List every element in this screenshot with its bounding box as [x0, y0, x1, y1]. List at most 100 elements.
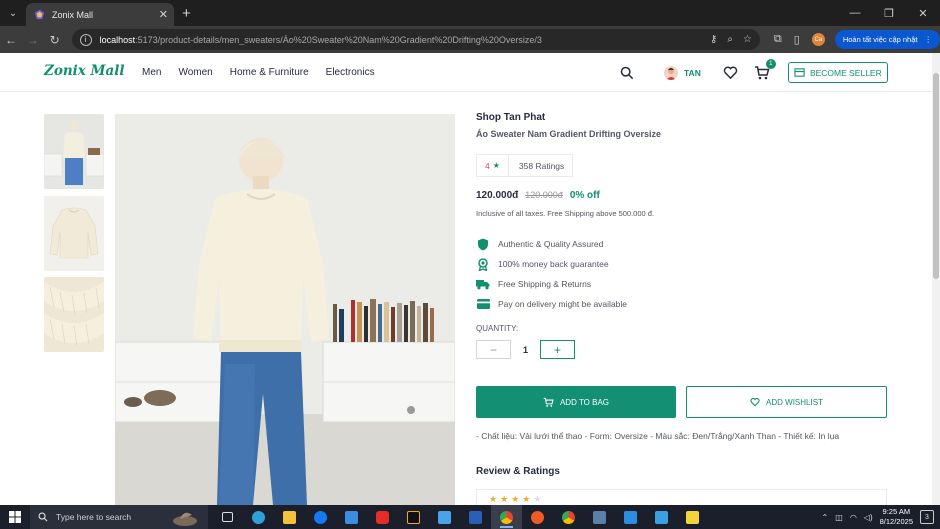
- sidebar-icon[interactable]: ▯: [794, 33, 800, 46]
- review-star-icon: ★: [511, 494, 520, 504]
- page-scrollbar[interactable]: [932, 53, 940, 505]
- restore-icon[interactable]: ❐: [872, 7, 906, 20]
- zoom-icon[interactable]: ⌕: [727, 34, 733, 45]
- selling-price: 120.000đ: [476, 190, 519, 201]
- windows-start-icon[interactable]: [0, 505, 30, 529]
- cart-plus-icon: [543, 397, 554, 407]
- taskbar-search-box[interactable]: Type here to search: [30, 505, 208, 529]
- product-description: - Chất liệu: Vải lưới thể thao - Form: O…: [476, 431, 840, 441]
- nav-electronics[interactable]: Electronics: [326, 67, 375, 78]
- heart-outline-icon: [750, 397, 760, 407]
- card-icon: [476, 297, 490, 311]
- product-title: Áo Sweater Nam Gradient Drifting Oversiz…: [476, 129, 662, 139]
- reload-icon[interactable]: ↻: [44, 33, 66, 47]
- site-logo[interactable]: Zonix Mall: [44, 63, 125, 79]
- close-window-icon[interactable]: ✕: [906, 7, 940, 20]
- feature-item: 100% money back guarantee: [476, 254, 627, 274]
- review-star-icon: ★: [522, 494, 531, 504]
- price-row: 120.000đ 120.000đ 0% off: [476, 190, 600, 201]
- address-bar[interactable]: i localhost:5173/product-details/men_swe…: [71, 29, 760, 50]
- wishlist-heart-icon[interactable]: [723, 65, 738, 80]
- store-icon[interactable]: [336, 505, 367, 529]
- windows-taskbar: Type here to search ⌃ ◫ ◠ ◁) 9:25 AM 8/1…: [0, 505, 940, 529]
- add-to-bag-button[interactable]: ADD TO BAG: [476, 386, 676, 418]
- increase-quantity-button[interactable]: +: [540, 340, 575, 359]
- file-explorer-icon[interactable]: [274, 505, 305, 529]
- url-text: localhost:5173/product-details/men_sweat…: [99, 34, 542, 45]
- chrome-profile-icon[interactable]: [553, 505, 584, 529]
- new-tab-button[interactable]: +: [182, 5, 191, 22]
- search-icon[interactable]: [620, 66, 634, 80]
- taskbar-clock[interactable]: 9:25 AM 8/12/2025: [880, 507, 913, 527]
- tray-chevron-icon[interactable]: ⌃: [822, 513, 829, 522]
- star-icon: ★: [492, 161, 500, 170]
- shop-name[interactable]: Shop Tan Phat: [476, 112, 887, 123]
- user-menu[interactable]: TAN: [664, 65, 701, 80]
- vscode-icon[interactable]: [615, 505, 646, 529]
- feature-item: Pay on delivery might be available: [476, 294, 627, 314]
- postman-icon[interactable]: [522, 505, 553, 529]
- chrome-icon[interactable]: [491, 505, 522, 529]
- gallery-thumbnail-detail[interactable]: [44, 277, 104, 352]
- word-icon[interactable]: [460, 505, 491, 529]
- browser-tab[interactable]: Zonix Mall ✕: [26, 3, 174, 26]
- review-star-icon: ★: [489, 494, 498, 504]
- quantity-value: 1: [522, 344, 528, 355]
- shield-icon: [476, 237, 490, 251]
- become-seller-button[interactable]: BECOME SELLER: [787, 62, 888, 83]
- intellij-icon[interactable]: [398, 505, 429, 529]
- main-product-image[interactable]: [115, 114, 455, 505]
- facebook-icon[interactable]: [305, 505, 336, 529]
- site-info-icon[interactable]: i: [79, 33, 92, 46]
- wifi-icon[interactable]: ◠: [850, 513, 857, 522]
- rating-value: 4: [485, 160, 490, 171]
- password-key-icon[interactable]: ⚷: [710, 34, 717, 45]
- sticky-notes-icon[interactable]: [677, 505, 708, 529]
- forward-icon[interactable]: →: [22, 33, 44, 47]
- taskbar-search-icon: [38, 512, 48, 522]
- user-avatar-icon: [664, 65, 678, 80]
- ratings-count: 358 Ratings: [518, 160, 565, 171]
- bookmark-star-icon[interactable]: ☆: [743, 34, 752, 45]
- edge-icon[interactable]: [243, 505, 274, 529]
- quantity-stepper: − 1 +: [476, 340, 575, 359]
- network-icon[interactable]: ◫: [835, 513, 843, 522]
- minus-icon: −: [489, 342, 497, 357]
- nav-women[interactable]: Women: [178, 67, 212, 78]
- task-view-icon[interactable]: [212, 505, 243, 529]
- gallery-thumbnail-sweater[interactable]: [44, 196, 104, 271]
- add-wishlist-button[interactable]: ADD WISHLIST: [686, 386, 887, 418]
- volume-icon[interactable]: ◁): [864, 513, 873, 522]
- back-icon[interactable]: ←: [0, 33, 22, 47]
- extensions-icon[interactable]: ⧉: [774, 33, 782, 46]
- profile-avatar[interactable]: Ca: [811, 33, 825, 46]
- snipping-tool-icon[interactable]: [584, 505, 615, 529]
- search-highlight-icon: [173, 512, 197, 526]
- discount-label: 0% off: [569, 190, 600, 201]
- gallery-thumbnail-model[interactable]: [44, 114, 104, 189]
- minimize-icon[interactable]: —: [838, 7, 872, 20]
- feature-item: Free Shipping & Returns: [476, 274, 627, 294]
- kebab-menu-icon: ⋮: [924, 35, 932, 44]
- notification-center-icon[interactable]: 3: [920, 510, 934, 524]
- scrollbar-thumb[interactable]: [933, 73, 939, 279]
- user-name: TAN: [684, 67, 701, 78]
- cart-button[interactable]: 1: [754, 58, 776, 81]
- nav-home-furniture[interactable]: Home & Furniture: [230, 67, 309, 78]
- youtube-icon[interactable]: [367, 505, 398, 529]
- tab-search-chevron-icon[interactable]: ⌄: [0, 0, 26, 26]
- rating-summary[interactable]: 4 ★ 358 Ratings: [476, 154, 574, 177]
- nav-men[interactable]: Men: [142, 67, 161, 78]
- update-button[interactable]: Hoàn tất việc cập nhật ⋮: [834, 30, 940, 49]
- feature-item: Authentic & Quality Assured: [476, 234, 627, 254]
- badge-icon: [476, 257, 490, 271]
- photos-icon[interactable]: [429, 505, 460, 529]
- remote-desktop-icon[interactable]: [646, 505, 677, 529]
- tab-title: Zonix Mall: [52, 9, 94, 20]
- review-section-title: Review & Ratings: [476, 466, 560, 477]
- tab-close-icon[interactable]: ✕: [159, 8, 168, 21]
- review-star-icon: ★: [500, 494, 509, 504]
- quantity-label: QUANTITY:: [476, 324, 519, 333]
- original-price: 120.000đ: [525, 190, 563, 200]
- decrease-quantity-button[interactable]: −: [476, 340, 511, 359]
